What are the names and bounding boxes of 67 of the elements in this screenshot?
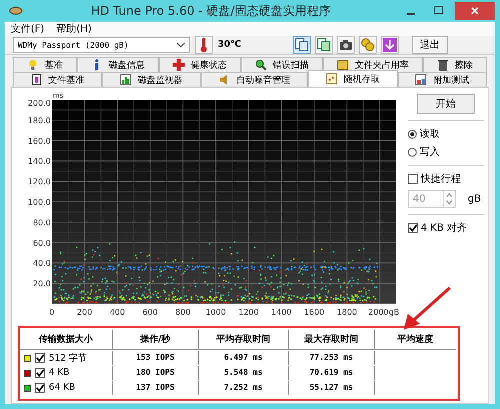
radio-label: 写入 (420, 146, 440, 159)
tab[interactable]: 附加测试 (398, 72, 488, 87)
coins-icon[interactable] (359, 36, 377, 54)
start-button[interactable]: 开始 (417, 94, 475, 114)
tab[interactable]: 错误扫描 (241, 57, 323, 72)
maximize-icon (434, 6, 444, 16)
cross-icon (173, 59, 185, 71)
camera-icon[interactable] (337, 36, 355, 54)
menu-item[interactable]: 文件(F) (11, 22, 45, 36)
table-cell: 180 IOPS (112, 366, 198, 380)
tab[interactable]: 磁盘信息 (77, 57, 159, 72)
table-cell: 7.252 ms (198, 381, 288, 395)
scatter-icon (326, 73, 338, 85)
menu-item[interactable]: 帮助(H) (56, 22, 92, 36)
table-cell: 4 KB (49, 368, 70, 378)
table-cell: 5.548 ms (198, 366, 288, 380)
tab[interactable]: 磁盘监视器 (102, 72, 201, 87)
column-header: 平均速度 (374, 330, 456, 350)
drive-dropdown[interactable]: WDMy Passport (2000 gB) (13, 37, 190, 53)
minimize-icon (407, 13, 415, 15)
close-icon (470, 6, 480, 16)
window-title: HD Tune Pro 5.60 - 硬盘/固态硬盘实用程序 (90, 2, 332, 20)
table-cell: 64 KB (49, 383, 76, 393)
checkbox-label: 4 KB 对齐 (421, 222, 468, 235)
folder-icon (337, 59, 349, 71)
radio-button[interactable] (408, 130, 417, 138)
column-header: 最大存取时间 (288, 330, 374, 350)
checkbox[interactable] (35, 353, 45, 363)
radio-option[interactable]: 读取 (408, 127, 484, 141)
exit-button[interactable]: 退出 (412, 36, 448, 54)
tab[interactable]: 随机存取 (308, 70, 398, 87)
checkbox[interactable] (408, 223, 418, 233)
table-cell: 153 IOPS (112, 351, 198, 365)
tab[interactable]: 健康状态 (159, 57, 241, 72)
checkbox[interactable] (408, 174, 418, 184)
close-button[interactable] (455, 2, 495, 20)
tab[interactable]: 擦除 (423, 57, 487, 72)
checkbox[interactable] (35, 383, 45, 393)
tab[interactable]: 文件基准 (13, 72, 102, 87)
trash-icon (437, 59, 449, 71)
radio-label: 读取 (420, 128, 440, 141)
table-cell: 6.497 ms (198, 351, 288, 365)
column-header: 操作/秒 (112, 330, 198, 350)
download-icon[interactable] (381, 36, 399, 54)
table-cell: 55.127 ms (288, 381, 374, 395)
radio-option[interactable]: 写入 (408, 145, 484, 159)
tab[interactable]: 自动噪音管理 (200, 72, 308, 87)
spin-arrows-icon[interactable] (446, 192, 453, 206)
temperature-text: 30℃ (218, 40, 242, 50)
table-cell: 137 IOPS (112, 381, 198, 395)
tab[interactable]: 文件夹占用率 (323, 57, 423, 72)
column-header: 传输数据大小 (20, 330, 112, 350)
checkbox-label: 快捷行程 (421, 172, 461, 186)
tab[interactable]: 基准 (13, 57, 77, 72)
magnifier-icon (255, 59, 267, 71)
table-cell: 70.619 ms (288, 366, 374, 380)
column-header: 平均存取时间 (198, 330, 288, 350)
table-cell-text: 512 字节 (49, 352, 88, 364)
unit-label: gB (468, 194, 482, 204)
table-cell: 77.253 ms (288, 351, 374, 365)
bulb-icon (27, 59, 39, 71)
radio-button[interactable] (408, 148, 417, 156)
disk-icon (9, 6, 23, 16)
checkbox[interactable] (35, 368, 45, 378)
copy-icon[interactable] (293, 36, 311, 54)
chevron-down-icon (177, 42, 185, 48)
document-icon[interactable] (315, 36, 333, 54)
